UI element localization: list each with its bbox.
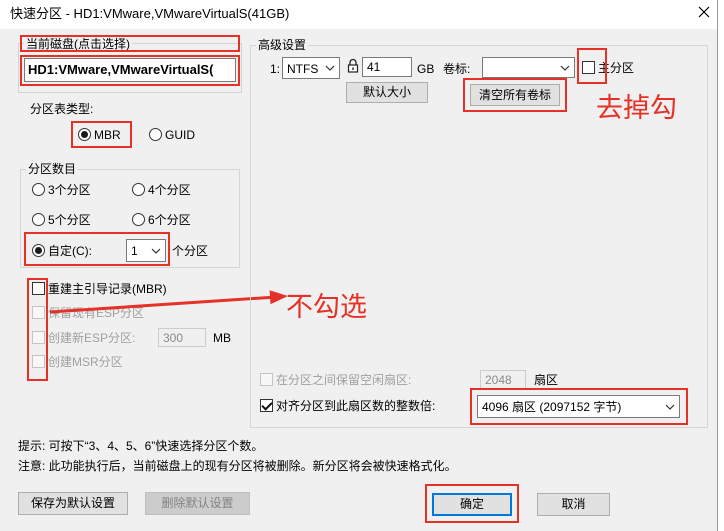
- cancel-button[interactable]: 取消: [537, 493, 610, 516]
- align-sectors-box[interactable]: [260, 399, 273, 412]
- default-size-button[interactable]: 默认大小: [346, 82, 428, 103]
- radio-3-partitions-circle[interactable]: [32, 183, 45, 196]
- chevron-down-icon: [325, 65, 335, 71]
- annotation-remove-check: 去掉勾: [596, 93, 677, 123]
- partition-size-input[interactable]: [362, 57, 412, 77]
- advanced-settings-label: 高级设置: [256, 38, 309, 52]
- radio-guid-label: GUID: [165, 128, 195, 142]
- radio-3-partitions[interactable]: 3个分区: [32, 183, 112, 197]
- custom-count-suffix: 个分区: [172, 244, 209, 258]
- lock-icon[interactable]: [347, 58, 359, 73]
- radio-guid[interactable]: GUID: [149, 128, 204, 142]
- radio-4-partitions-label: 4个分区: [148, 183, 191, 197]
- window-title: 快速分区 - HD1:VMware,VMwareVirtualS(41GB): [10, 6, 290, 21]
- hint-text: 提示: 可按下“3、4、5、6”快速选择分区个数。: [18, 439, 264, 453]
- radio-6-partitions-circle[interactable]: [132, 213, 145, 226]
- partition-table-label: 分区表类型:: [30, 102, 94, 116]
- delete-default-button: 删除默认设置: [145, 492, 250, 515]
- radio-5-partitions[interactable]: 5个分区: [32, 213, 112, 227]
- radio-5-partitions-circle[interactable]: [32, 213, 45, 226]
- annotation-box-mbr: [71, 121, 132, 148]
- esp-size-unit: MB: [213, 331, 231, 345]
- reserve-sectors-box: [260, 373, 273, 386]
- reserve-sectors-label: 在分区之间保留空闲扇区:: [276, 373, 412, 387]
- partition-size-unit: GB: [417, 62, 435, 76]
- create-esp-checkbox: 创建新ESP分区:: [32, 331, 152, 345]
- volume-label-caption: 卷标:: [443, 62, 471, 76]
- file-system-select[interactable]: NTFS: [282, 57, 340, 79]
- reserve-sectors-checkbox: 在分区之间保留空闲扇区:: [260, 373, 470, 387]
- partition-index: 1:: [270, 62, 281, 76]
- align-sectors-checkbox[interactable]: 对齐分区到此扇区数的整数倍:: [260, 399, 470, 413]
- annotation-box-disk: [20, 55, 240, 86]
- annotation-box-clear-labels: [463, 78, 567, 112]
- radio-5-partitions-label: 5个分区: [48, 213, 91, 227]
- reserve-sectors-unit: 扇区: [534, 373, 559, 387]
- create-esp-label: 创建新ESP分区:: [48, 331, 136, 345]
- esp-size-input: [158, 328, 206, 347]
- align-sectors-label: 对齐分区到此扇区数的整数倍:: [276, 399, 436, 413]
- quick-partition-dialog: 快速分区 - HD1:VMware,VMwareVirtualS(41GB) 当…: [0, 0, 718, 531]
- annotation-box-align: [470, 388, 688, 425]
- create-msr-label: 创建MSR分区: [48, 355, 123, 369]
- close-icon[interactable]: [697, 5, 711, 19]
- radio-6-partitions[interactable]: 6个分区: [132, 213, 212, 227]
- radio-6-partitions-label: 6个分区: [148, 213, 191, 227]
- radio-guid-circle[interactable]: [149, 128, 162, 141]
- reserve-sectors-input: [480, 370, 526, 389]
- volume-label-combo[interactable]: [482, 57, 575, 78]
- annotation-box-primary: [577, 48, 607, 84]
- annotation-box-disk-label: [20, 35, 240, 52]
- annotation-box-ok: [425, 484, 519, 523]
- create-msr-checkbox: 创建MSR分区: [32, 355, 152, 369]
- radio-4-partitions[interactable]: 4个分区: [132, 183, 212, 197]
- annotation-box-custom-count: [24, 232, 170, 266]
- radio-4-partitions-circle[interactable]: [132, 183, 145, 196]
- partition-count-label: 分区数目: [26, 162, 79, 176]
- warning-text: 注意: 此功能执行后，当前磁盘上的现有分区将被删除。新分区将会被快速格式化。: [18, 459, 457, 473]
- save-default-button[interactable]: 保存为默认设置: [18, 492, 128, 515]
- radio-3-partitions-label: 3个分区: [48, 183, 91, 197]
- file-system-value: NTFS: [287, 62, 319, 76]
- chevron-down-icon[interactable]: [560, 64, 570, 72]
- title-bar: 快速分区 - HD1:VMware,VMwareVirtualS(41GB): [0, 0, 717, 29]
